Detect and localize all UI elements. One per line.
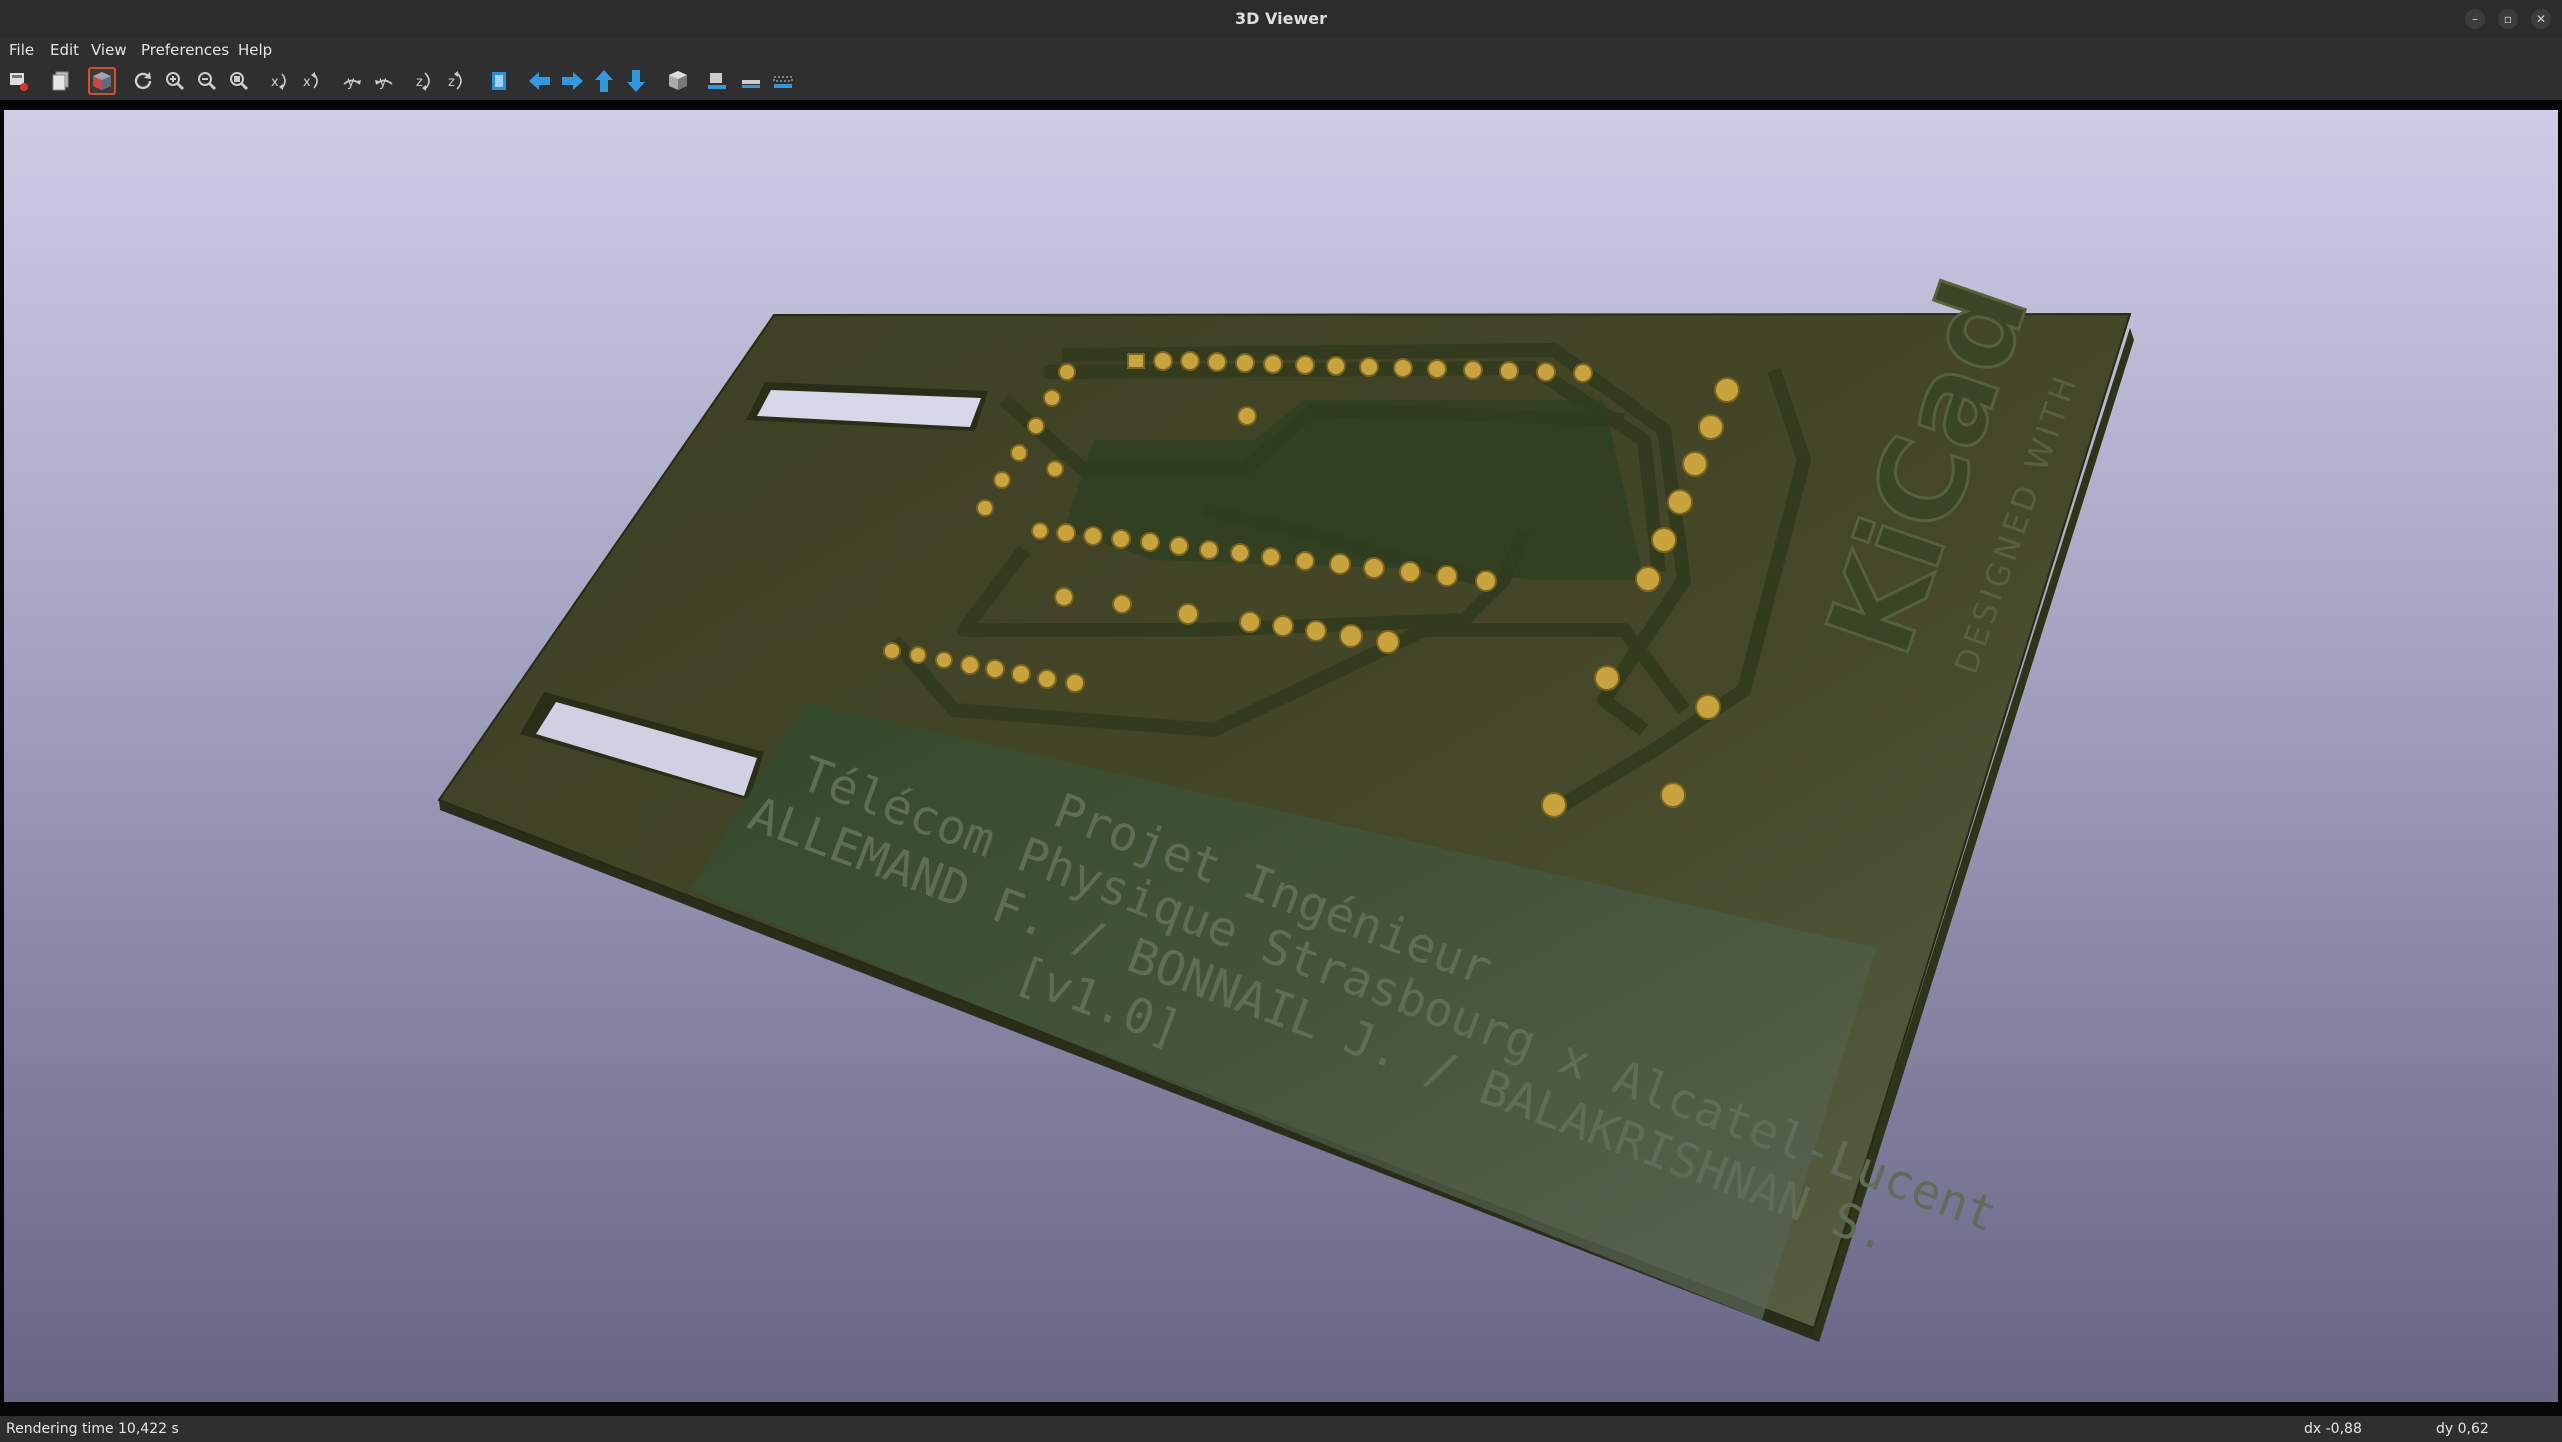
viewport-right-border [2558,100,2562,1416]
menu-preferences[interactable]: Preferences [141,41,229,59]
pcb-render: KiCad DESIGNED WITH Projet Ingénieur Tél… [437,263,2134,1342]
rotate-x-ccw-icon[interactable]: x [298,67,326,95]
title-bar: 3D Viewer – ▫ ✕ [0,0,2562,38]
svg-text:x: x [271,75,279,90]
minimize-button[interactable]: – [2465,9,2485,29]
window-title: 3D Viewer [1235,9,1327,28]
copy-image-icon[interactable] [47,67,75,95]
zoom-out-icon[interactable] [193,67,221,95]
close-button[interactable]: ✕ [2531,9,2551,29]
pcb-board: KiCad DESIGNED WITH Projet Ingénieur Tél… [437,263,2134,1342]
reload-icon[interactable] [129,67,157,95]
pan-right-icon[interactable] [558,67,586,95]
dx-status: dx -0,88 [2304,1421,2362,1437]
zoom-in-icon[interactable] [161,67,189,95]
view-front-icon[interactable] [703,67,731,95]
menu-edit[interactable]: Edit [50,41,79,59]
ortho-cube-icon[interactable] [664,67,692,95]
pan-down-icon[interactable] [622,67,650,95]
rotate-z-cw-icon[interactable]: z [411,67,439,95]
rotate-y-ccw-icon[interactable]: y [370,67,398,95]
pan-left-icon[interactable] [526,67,554,95]
maximize-button[interactable]: ▫ [2498,9,2518,29]
render-time-status: Rendering time 10,422 s [6,1421,179,1437]
view-side-icon[interactable] [769,67,797,95]
menu-view[interactable]: View [91,41,127,59]
svg-text:y: y [379,75,387,90]
zoom-fit-icon[interactable] [225,67,253,95]
3d-viewport[interactable]: KiCad DESIGNED WITH Projet Ingénieur Tél… [4,110,2558,1402]
menu-file[interactable]: File [9,41,34,59]
menu-bar: File Edit View Preferences Help [0,38,2562,62]
raytracing-toggle-icon[interactable] [88,67,116,95]
viewport-top-border [0,100,2562,110]
status-bar: Rendering time 10,422 s dx -0,88 dy 0,62 [0,1416,2562,1442]
view-top-icon[interactable] [737,67,765,95]
dy-status: dy 0,62 [2436,1421,2489,1437]
menu-help[interactable]: Help [238,41,272,59]
svg-text:z: z [416,75,423,90]
svg-text:y: y [347,75,355,90]
flip-board-icon[interactable] [485,67,513,95]
viewport-bottom-border [0,1402,2562,1416]
rotate-y-cw-icon[interactable]: y [338,67,366,95]
rotate-z-ccw-icon[interactable]: z [443,67,471,95]
render-options-icon[interactable] [5,67,33,95]
svg-text:x: x [303,75,311,90]
pan-up-icon[interactable] [590,67,618,95]
rotate-x-cw-icon[interactable]: x [266,67,294,95]
toolbar: x x y y z z [0,62,2562,100]
svg-text:z: z [448,75,455,90]
